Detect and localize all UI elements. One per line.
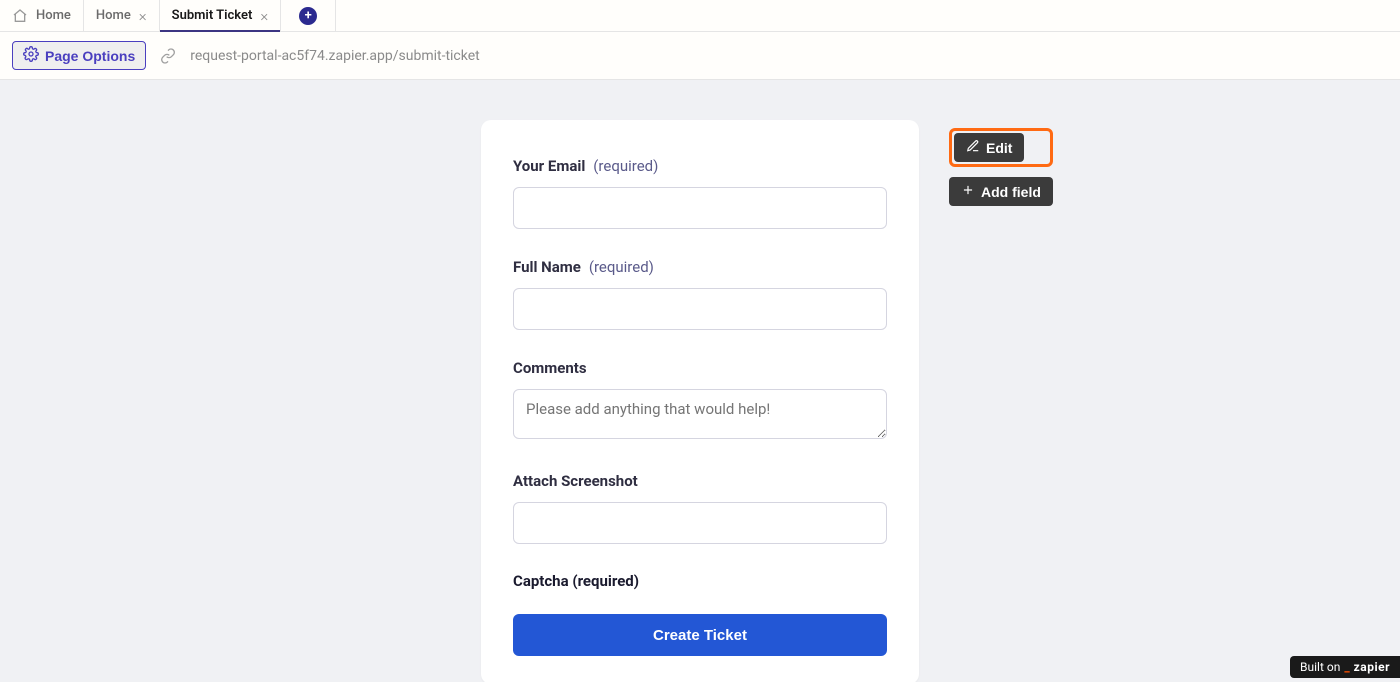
zapier-logo-text: zapier <box>1354 660 1390 674</box>
built-on-text: Built on <box>1300 660 1340 674</box>
built-on-badge: Built on _ zapier <box>1290 656 1400 678</box>
zapier-logo-mark: _ <box>1344 660 1349 674</box>
name-input[interactable] <box>513 288 887 330</box>
field-label: Full Name <box>513 258 581 276</box>
page-options-label: Page Options <box>45 48 135 64</box>
add-tab[interactable]: + <box>281 0 336 31</box>
toolbar: Page Options request-portal-ac5f74.zapie… <box>0 32 1400 80</box>
field-name: Full Name (required) <box>513 257 887 330</box>
gear-icon <box>23 46 39 65</box>
email-input[interactable] <box>513 187 887 229</box>
submit-button[interactable]: Create Ticket <box>513 614 887 656</box>
tab-home-root-label: Home <box>36 8 71 23</box>
comments-input[interactable] <box>513 389 887 439</box>
pencil-icon <box>966 139 980 156</box>
tab-bar: Home Home × Submit Ticket × + <box>0 0 1400 32</box>
form-side-controls: Edit Add field <box>949 128 1053 206</box>
form-card: Your Email (required) Full Name (require… <box>481 120 919 682</box>
add-field-button[interactable]: Add field <box>949 177 1053 206</box>
tab-home[interactable]: Home × <box>84 0 160 31</box>
link-icon <box>160 48 176 64</box>
edit-label: Edit <box>986 140 1012 156</box>
plus-icon: + <box>299 7 317 25</box>
screenshot-input[interactable] <box>513 502 887 544</box>
field-screenshot: Attach Screenshot <box>513 471 887 544</box>
edit-button[interactable]: Edit <box>954 133 1024 162</box>
tab-home-root[interactable]: Home <box>0 0 84 31</box>
captcha-label: Captcha (required) <box>513 572 887 590</box>
add-field-label: Add field <box>981 184 1041 200</box>
page-url: request-portal-ac5f74.zapier.app/submit-… <box>190 48 480 64</box>
close-icon[interactable]: × <box>139 7 147 25</box>
plus-icon <box>961 183 975 200</box>
tab-submit-ticket[interactable]: Submit Ticket × <box>160 0 282 31</box>
field-label: Attach Screenshot <box>513 472 638 490</box>
field-comments: Comments <box>513 358 887 443</box>
field-email: Your Email (required) <box>513 156 887 229</box>
tab-label: Home <box>96 8 131 23</box>
close-icon[interactable]: × <box>260 7 268 25</box>
field-label: Comments <box>513 359 587 377</box>
canvas: Your Email (required) Full Name (require… <box>0 80 1400 682</box>
home-icon <box>12 8 28 24</box>
edit-highlight: Edit <box>949 128 1053 167</box>
required-text: (required) <box>589 258 654 276</box>
page-options-button[interactable]: Page Options <box>12 41 146 70</box>
required-text: (required) <box>593 157 658 175</box>
field-label: Your Email <box>513 157 585 175</box>
tab-label: Submit Ticket <box>172 8 253 23</box>
